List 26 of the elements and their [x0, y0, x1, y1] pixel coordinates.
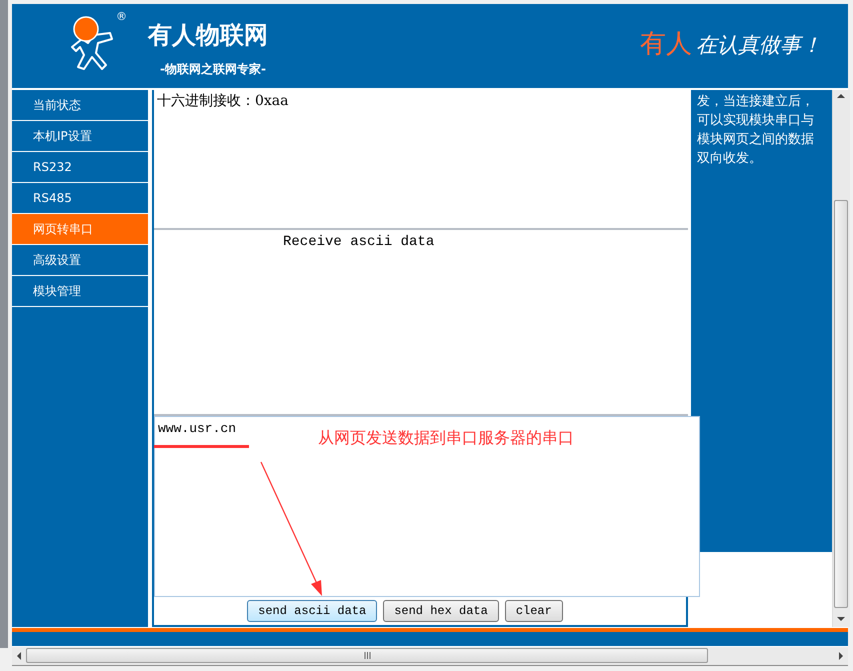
slogan-text: 在认真做事！: [696, 32, 822, 58]
registered-mark: ®: [116, 11, 127, 23]
grip-icon: [364, 652, 370, 659]
scroll-left-icon[interactable]: [17, 652, 21, 660]
sidebar-item[interactable]: 当前状态: [12, 90, 148, 121]
slogan-highlight: 有人: [640, 28, 692, 60]
scroll-up-icon[interactable]: [837, 94, 845, 98]
horizontal-scrollbar[interactable]: [12, 647, 848, 666]
hex-receive-field[interactable]: 十六进制接收：0xaa: [154, 90, 688, 230]
scroll-thumb[interactable]: [26, 648, 708, 663]
scroll-down-icon[interactable]: [837, 617, 845, 621]
sidebar-item[interactable]: 本机IP设置: [12, 121, 148, 152]
scroll-thumb[interactable]: [834, 200, 848, 608]
brand-subtitle: -物联网之联网专家-: [160, 60, 266, 78]
ascii-receive-field[interactable]: Receive ascii data: [154, 230, 688, 416]
scroll-right-icon[interactable]: [839, 652, 843, 660]
vertical-scrollbar[interactable]: [832, 90, 850, 627]
sidebar-item[interactable]: 高级设置: [12, 245, 148, 276]
sidebar-item[interactable]: RS232: [12, 152, 148, 183]
annotation-text: 从网页发送数据到串口服务器的串口: [318, 428, 574, 449]
action-button[interactable]: clear: [504, 600, 563, 622]
brand-title: 有人物联网: [148, 20, 268, 50]
info-text: 发，当连接建立后，可以实现模块串口与模块网页之间的数据双向收发。: [697, 93, 815, 168]
action-button[interactable]: send hex data: [383, 600, 499, 622]
action-button[interactable]: send ascii data: [247, 600, 378, 622]
sidebar-item[interactable]: 模块管理: [12, 276, 148, 307]
